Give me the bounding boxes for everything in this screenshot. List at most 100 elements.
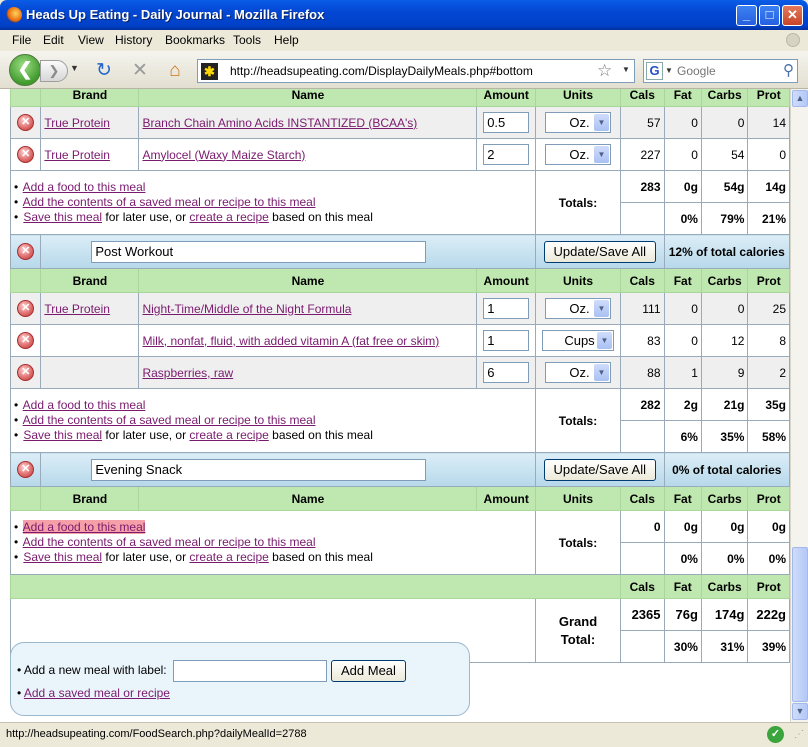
add-saved-meal-link[interactable]: Add the contents of a saved meal or reci… bbox=[23, 413, 316, 427]
add-saved-meal-recipe-link[interactable]: Add a saved meal or recipe bbox=[24, 686, 170, 700]
meal-name-input[interactable] bbox=[91, 240, 427, 263]
total-carbs: 21g bbox=[700, 388, 749, 421]
page-content: Brand Name Amount Units Cals Fat Carbs P… bbox=[0, 89, 790, 722]
bookmark-star-icon[interactable]: ☆ bbox=[597, 61, 612, 81]
delete-icon[interactable]: ✕ bbox=[17, 300, 35, 317]
totals-label: Totals: bbox=[535, 510, 621, 575]
close-button[interactable]: ✕ bbox=[782, 5, 803, 26]
create-recipe-link[interactable]: create a recipe bbox=[189, 428, 268, 442]
search-icon[interactable]: ⚲ bbox=[783, 61, 794, 79]
meal-name-input[interactable] bbox=[91, 458, 427, 481]
update-save-button[interactable]: Update/Save All bbox=[543, 240, 657, 263]
menu-edit[interactable]: Edit bbox=[43, 33, 64, 47]
brand-link[interactable]: True Protein bbox=[44, 148, 110, 162]
units-value: Oz. bbox=[569, 301, 590, 316]
add-saved-meal-link[interactable]: Add the contents of a saved meal or reci… bbox=[23, 195, 316, 209]
col-name: Name bbox=[138, 268, 478, 293]
stop-icon[interactable]: ✕ bbox=[129, 60, 151, 82]
units-select[interactable]: Cups ▼ bbox=[542, 330, 615, 351]
create-recipe-link[interactable]: create a recipe bbox=[189, 550, 268, 564]
col-brand: Brand bbox=[40, 486, 140, 511]
pct-fat: 0% bbox=[663, 542, 702, 575]
save-meal-link[interactable]: Save this meal bbox=[23, 210, 102, 224]
food-name-link[interactable]: Branch Chain Amino Acids INSTANTIZED (BC… bbox=[142, 116, 417, 130]
menu-help[interactable]: Help bbox=[274, 33, 299, 47]
column-header-row: Brand Name Amount Units Cals Fat Carbs P… bbox=[9, 89, 790, 107]
delete-icon[interactable]: ✕ bbox=[17, 364, 35, 381]
total-carbs: 54g bbox=[700, 170, 749, 203]
url-dropdown-icon[interactable]: ▼ bbox=[622, 65, 630, 74]
units-select[interactable]: Oz. ▼ bbox=[545, 362, 612, 383]
units-value: Oz. bbox=[569, 365, 590, 380]
scroll-thumb[interactable] bbox=[792, 547, 808, 702]
food-row: ✕ Milk, nonfat, fluid, with added vitami… bbox=[9, 324, 790, 357]
delete-meal-icon[interactable]: ✕ bbox=[17, 243, 35, 260]
food-name-link[interactable]: Amylocel (Waxy Maize Starch) bbox=[142, 148, 305, 162]
reload-icon[interactable]: ↻ bbox=[93, 60, 115, 82]
maximize-button[interactable]: □ bbox=[759, 5, 780, 26]
food-name-link[interactable]: Raspberries, raw bbox=[142, 366, 233, 380]
col-fat: Fat bbox=[663, 89, 702, 107]
back-button[interactable]: ❮ bbox=[9, 54, 41, 86]
add-food-link[interactable]: Add a food to this meal bbox=[22, 520, 146, 534]
add-meal-button[interactable]: Add Meal bbox=[331, 660, 406, 682]
col-amount: Amount bbox=[476, 268, 537, 293]
total-fat: 2g bbox=[663, 388, 702, 421]
home-icon[interactable]: ⌂ bbox=[164, 60, 186, 82]
chevron-down-icon: ▼ bbox=[597, 332, 613, 349]
menu-history[interactable]: History bbox=[115, 33, 152, 47]
amount-input[interactable] bbox=[483, 298, 530, 319]
menu-bar: File Edit View History Bookmarks Tools H… bbox=[0, 30, 808, 51]
fat-value: 0 bbox=[663, 138, 702, 171]
history-dropdown-icon[interactable]: ▼ bbox=[70, 63, 79, 73]
save-meal-link[interactable]: Save this meal bbox=[23, 428, 102, 442]
fat-value: 0 bbox=[663, 324, 702, 357]
amount-input[interactable] bbox=[483, 112, 530, 133]
brand-link[interactable]: True Protein bbox=[44, 116, 110, 130]
scroll-down-icon[interactable]: ▼ bbox=[792, 703, 808, 720]
resize-grip-icon[interactable]: ⋰ bbox=[794, 729, 806, 741]
forward-button[interactable]: ❯ bbox=[40, 60, 68, 82]
update-save-button[interactable]: Update/Save All bbox=[543, 458, 657, 481]
save-meal-link[interactable]: Save this meal bbox=[23, 550, 102, 564]
add-food-link[interactable]: Add a food to this meal bbox=[23, 398, 146, 412]
add-saved-meal-link[interactable]: Add the contents of a saved meal or reci… bbox=[23, 535, 316, 549]
delete-meal-icon[interactable]: ✕ bbox=[17, 461, 35, 478]
col-prot: Prot bbox=[747, 268, 790, 293]
carbs-value: 54 bbox=[700, 138, 749, 171]
delete-icon[interactable]: ✕ bbox=[17, 114, 35, 131]
menu-tools[interactable]: Tools bbox=[233, 33, 261, 47]
search-engine-icon[interactable]: G bbox=[646, 62, 663, 80]
units-select[interactable]: Oz. ▼ bbox=[545, 144, 612, 165]
minimize-button[interactable]: _ bbox=[736, 5, 757, 26]
url-text[interactable]: http://headsupeating.com/DisplayDailyMea… bbox=[230, 64, 533, 78]
brand-link[interactable]: True Protein bbox=[44, 302, 110, 316]
col-cals: Cals bbox=[620, 89, 665, 107]
cals-value: 83 bbox=[620, 324, 665, 357]
scroll-up-icon[interactable]: ▲ bbox=[792, 90, 808, 107]
amount-input[interactable] bbox=[483, 144, 530, 165]
menu-file[interactable]: File bbox=[12, 33, 31, 47]
grand-total-row: Grand Total: 2365 76g 174g 222g bbox=[9, 598, 790, 663]
create-recipe-link[interactable]: create a recipe bbox=[189, 210, 268, 224]
menu-bookmarks[interactable]: Bookmarks bbox=[165, 33, 225, 47]
food-name-link[interactable]: Milk, nonfat, fluid, with added vitamin … bbox=[142, 334, 439, 348]
food-name-link[interactable]: Night-Time/Middle of the Night Formula bbox=[142, 302, 351, 316]
units-select[interactable]: Oz. ▼ bbox=[545, 298, 612, 319]
grand-fat: 76g bbox=[663, 598, 702, 631]
amount-input[interactable] bbox=[483, 330, 530, 351]
search-input[interactable] bbox=[677, 64, 777, 78]
food-row: ✕ True Protein Branch Chain Amino Acids … bbox=[9, 106, 790, 139]
totals-row: • Add a food to this meal • Add the cont… bbox=[9, 510, 790, 575]
units-select[interactable]: Oz. ▼ bbox=[545, 112, 612, 133]
delete-icon[interactable]: ✕ bbox=[17, 146, 35, 163]
add-food-link[interactable]: Add a food to this meal bbox=[23, 180, 146, 194]
new-meal-label-input[interactable] bbox=[173, 660, 327, 682]
vertical-scrollbar[interactable]: ▲ ▼ bbox=[790, 89, 808, 722]
amount-input[interactable] bbox=[483, 362, 530, 383]
delete-icon[interactable]: ✕ bbox=[17, 332, 35, 349]
meal-percent-calories: 0% of total calories bbox=[664, 452, 790, 487]
search-engine-dropdown-icon[interactable]: ▼ bbox=[665, 66, 673, 75]
menu-view[interactable]: View bbox=[78, 33, 104, 47]
address-bar[interactable]: ✱ http://headsupeating.com/DisplayDailyM… bbox=[197, 59, 635, 83]
